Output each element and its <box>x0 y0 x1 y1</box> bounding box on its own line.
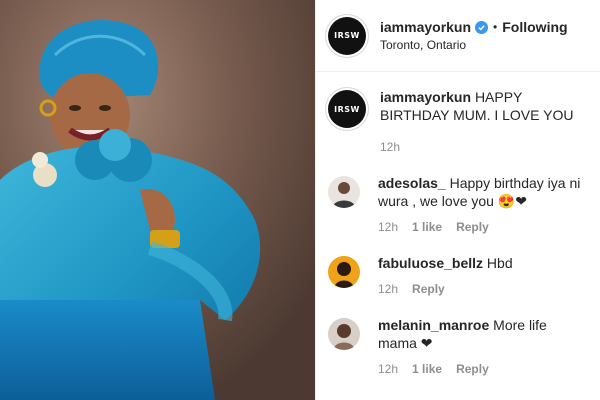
avatar-logo-text: IRSW <box>334 104 360 114</box>
comment-text: Hbd <box>486 255 513 271</box>
post-header: IRSW iammayorkun • Following Toronto, On… <box>316 0 600 72</box>
post-details-panel: IRSW iammayorkun • Following Toronto, On… <box>315 0 600 400</box>
commenter-avatar[interactable] <box>328 256 360 288</box>
avatar-logo-text: IRSW <box>334 31 360 40</box>
caption-meta: 12h <box>380 138 588 156</box>
comment-likes[interactable]: 1 like <box>412 360 442 378</box>
reply-button[interactable]: Reply <box>456 360 489 378</box>
caption: IRSW iammayorkun HAPPY BIRTHDAY MUM. I L… <box>328 88 588 156</box>
comment-body: melanin_manroe More life mama ❤ 12h 1 li… <box>378 316 588 378</box>
reply-button[interactable]: Reply <box>412 280 445 298</box>
follow-button[interactable]: Following <box>502 19 567 35</box>
separator-dot: • <box>493 20 498 34</box>
comment-meta: 12h Reply <box>378 280 588 298</box>
header-text: iammayorkun • Following Toronto, Ontario <box>380 19 568 52</box>
comment-meta: 12h 1 like Reply <box>378 360 588 378</box>
comments-list: IRSW iammayorkun HAPPY BIRTHDAY MUM. I L… <box>316 72 600 378</box>
comment-body: adesolas_ Happy birthday iya ni wura , w… <box>378 174 588 236</box>
comment-username[interactable]: melanin_manroe <box>378 317 489 333</box>
reply-button[interactable]: Reply <box>456 218 489 236</box>
caption-username[interactable]: iammayorkun <box>380 89 471 105</box>
verified-badge-icon <box>475 20 489 34</box>
post-photo[interactable] <box>0 0 315 400</box>
comment-username[interactable]: fabuluose_bellz <box>378 255 483 271</box>
commenter-avatar[interactable] <box>328 176 360 208</box>
comment-item: melanin_manroe More life mama ❤ 12h 1 li… <box>328 316 588 378</box>
author-username[interactable]: iammayorkun <box>380 19 471 35</box>
caption-body: iammayorkun HAPPY BIRTHDAY MUM. I LOVE Y… <box>380 88 588 156</box>
comment-time[interactable]: 12h <box>378 360 398 378</box>
comment-item: adesolas_ Happy birthday iya ni wura , w… <box>328 174 588 236</box>
comment-meta: 12h 1 like Reply <box>378 218 588 236</box>
commenter-avatar[interactable] <box>328 318 360 350</box>
comment-time[interactable]: 12h <box>378 280 398 298</box>
comment-likes[interactable]: 1 like <box>412 218 442 236</box>
comment-item: fabuluose_bellz Hbd 12h Reply <box>328 254 588 298</box>
author-avatar[interactable]: IRSW <box>328 16 366 55</box>
header-line: iammayorkun • Following <box>380 19 568 35</box>
comment-time[interactable]: 12h <box>378 218 398 236</box>
caption-time[interactable]: 12h <box>380 138 400 156</box>
comment-body: fabuluose_bellz Hbd 12h Reply <box>378 254 588 298</box>
comment-username[interactable]: adesolas_ <box>378 175 446 191</box>
caption-avatar[interactable]: IRSW <box>328 90 366 128</box>
post-location[interactable]: Toronto, Ontario <box>380 38 568 52</box>
